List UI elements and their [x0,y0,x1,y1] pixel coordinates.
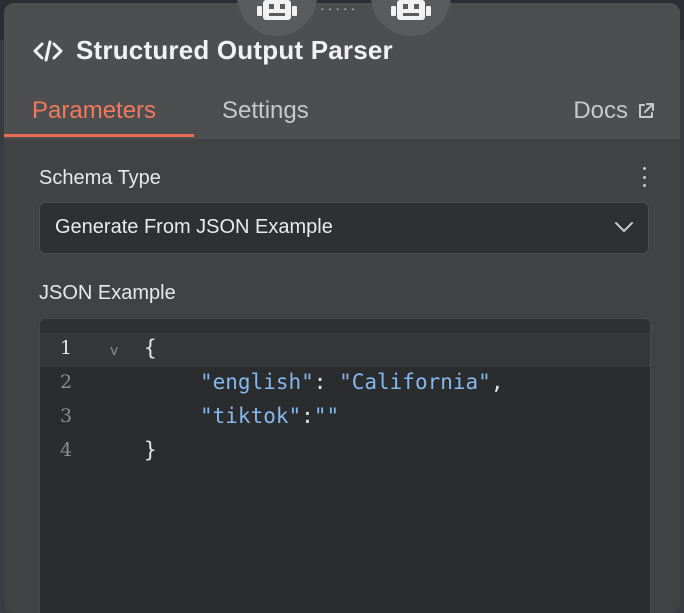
line-number: 2 [59,371,73,393]
external-link-icon [639,103,654,118]
robot-icon [391,0,431,20]
code-text: { [144,336,157,360]
json-value: "California" [339,370,491,394]
line-number: 3 [59,405,73,427]
code-text: "english": "California", [200,370,503,394]
panel-title-text: Structured Output Parser [76,35,393,65]
code-line: 4 } [40,435,650,469]
json-key: "english" [200,370,314,394]
robot-icon [257,0,297,20]
active-tab-indicator [4,134,194,137]
code-text: } [144,438,157,462]
code-icon [32,38,64,64]
json-example-editor[interactable]: 1 v { 2 "english": "California", 3 "tikt… [39,318,651,613]
json-separator: : [301,404,314,428]
code-text: "tiktok":"" [200,404,339,428]
docs-link[interactable]: Docs [573,97,656,125]
schema-type-select[interactable]: Generate From JSON Example [39,202,649,254]
chevron-down-icon [615,222,633,232]
fold-toggle[interactable]: v [110,343,118,359]
code-line: 2 "english": "California", [40,367,650,401]
line-number: 4 [59,439,73,461]
panel-title: Structured Output Parser [32,35,393,66]
docs-link-label: Docs [573,97,628,124]
json-trailing: , [490,370,504,394]
json-example-label: JSON Example [39,282,176,304]
json-key: "tiktok" [200,404,302,428]
schema-type-label: Schema Type [39,167,161,189]
json-separator: : [313,370,340,394]
line-number: 1 [59,337,73,359]
node-connector: ····· [320,0,359,16]
more-vertical-icon[interactable] [638,167,650,187]
schema-type-value: Generate From JSON Example [55,216,333,238]
code-line: 3 "tiktok":"" [40,401,650,435]
tab-settings[interactable]: Settings [222,97,309,125]
node-settings-panel: Structured Output Parser Parameters Sett… [4,3,680,613]
editor-toolbar [40,319,650,333]
tab-parameters[interactable]: Parameters [32,97,156,125]
code-line: 1 v { [40,333,650,367]
json-value: "" [313,404,340,428]
